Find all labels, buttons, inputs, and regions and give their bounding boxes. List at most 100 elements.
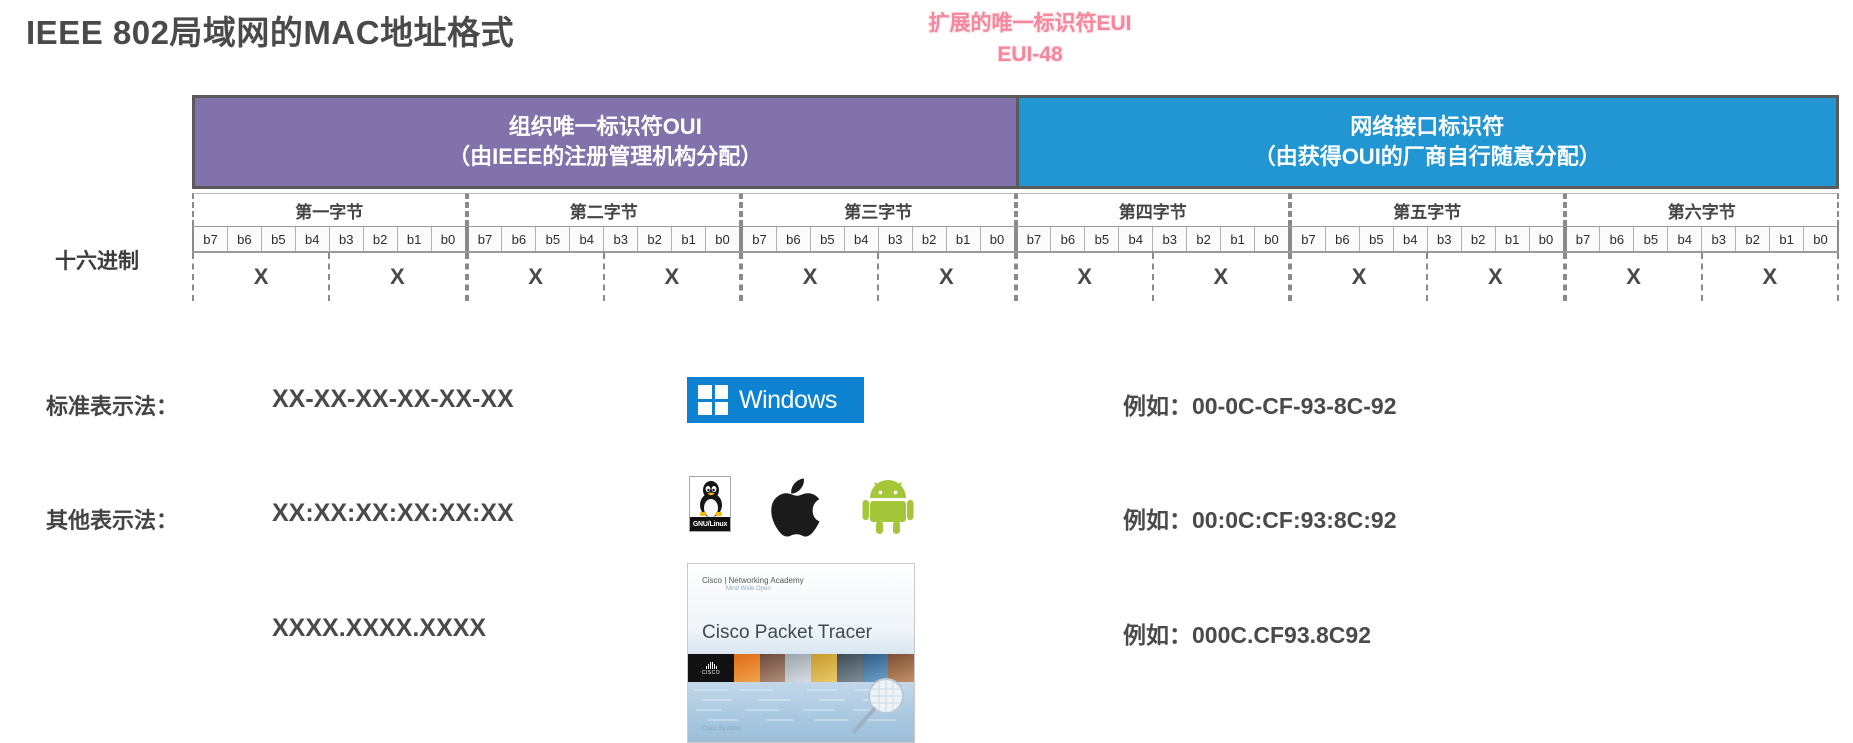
hex-row-label: 十六进制 (55, 250, 139, 273)
bit-group: b7 b6 b5 b4 b3 b2 b1 b0 (1564, 227, 1839, 251)
strip-face (734, 654, 760, 682)
strip-face (759, 654, 786, 682)
bit-label-row: b7 b6 b5 b4 b3 b2 b1 b0 b7 b6 b5 b4 b3 b2 b1 b0 b7 b6 b5 b4… (192, 226, 1839, 253)
bit-cell: b4 (570, 227, 605, 251)
hex-group: XX (466, 253, 741, 301)
bit-cell: b1 (397, 227, 432, 251)
bit-cell: b0 (706, 227, 739, 251)
bit-cell: b6 (502, 227, 537, 251)
bit-cell: b3 (878, 227, 913, 251)
hex-marker: X (1213, 264, 1229, 289)
bit-cell: b6 (1600, 227, 1635, 251)
cisco-wordmark-text: CISCO (701, 669, 721, 676)
notation-example-dotted: 例如：000C.CF93.8C92 (1123, 622, 1371, 648)
eui-callout-line2: EUI-48 (997, 43, 1063, 66)
bit-group: b7 b6 b5 b4 b3 b2 b1 b0 (466, 227, 741, 251)
bit-group: b7 b6 b5 b4 b3 b2 b1 b0 (192, 227, 467, 251)
bit-cell: b0 (980, 227, 1014, 251)
cisco-tagline-text: Mind Wide Open (726, 586, 771, 592)
bit-cell: b6 (1051, 227, 1086, 251)
bilibili-tv-play-watermark-icon (1783, 557, 1843, 615)
band-oui: 组织唯一标识符OUI （由IEEE的注册管理机构分配） (195, 98, 1016, 186)
notation-label-standard: 标准表示法： (46, 394, 179, 419)
band-oui-line1: 组织唯一标识符OUI (508, 114, 702, 139)
bit-cell: b6 (776, 227, 811, 251)
hex-marker: X (1488, 264, 1503, 289)
bit-cell: b1 (672, 227, 707, 251)
hex-marker: X (390, 264, 405, 289)
notation-value-standard: XX-XX-XX-XX-XX-XX (272, 385, 514, 413)
strip-face (785, 654, 812, 682)
bit-group: b7 b6 b5 b4 b3 b2 b1 b0 (1015, 227, 1290, 251)
windows-icon (698, 385, 728, 415)
notation-example-standard: 例如：00-0C-CF-93-8C-92 (1123, 393, 1397, 419)
band-nic-line2: （由获得OUI的厂商自行随意分配） (1253, 144, 1601, 169)
address-bands: 组织唯一标识符OUI （由IEEE的注册管理机构分配） 网络接口标识符 （由获得… (192, 95, 1839, 189)
bit-cell: b0 (1804, 227, 1837, 251)
bit-cell: b5 (261, 227, 296, 251)
bit-cell: b2 (363, 227, 398, 251)
tux-penguin-icon (699, 481, 723, 517)
windows-logo: Windows (687, 377, 864, 423)
bit-cell: b4 (295, 227, 330, 251)
page-title: IEEE 802局域网的MAC地址格式 (26, 14, 515, 51)
hex-group: XX (1015, 253, 1290, 301)
hex-marker-row: XXXXXXXXXXXX (192, 253, 1839, 301)
band-nic-line1: 网络接口标识符 (1350, 114, 1505, 139)
bit-cell: b0 (431, 227, 465, 251)
magnifier-icon (852, 678, 904, 734)
notation-example-other: 例如：00:0C:CF:93:8C:92 (1123, 507, 1397, 533)
hex-marker: X (1762, 264, 1778, 289)
band-oui-line2: （由IEEE的注册管理机构分配） (448, 144, 763, 169)
bit-cell: b3 (329, 227, 364, 251)
bit-cell: b2 (1187, 227, 1222, 251)
byte-label-row: 第一字节 第二字节 第三字节 第四字节 第五字节 第六字节 (192, 193, 1839, 226)
eui-callout-line1: 扩展的唯一标识符EUI (928, 12, 1132, 35)
byte-label: 第三字节 (741, 193, 1016, 226)
bit-cell: b4 (1668, 227, 1703, 251)
bit-cell: b7 (194, 227, 228, 251)
gnu-linux-badge-text: GNU/Linux (690, 517, 730, 531)
hex-group: XX (1290, 253, 1565, 301)
bit-cell: b1 (946, 227, 981, 251)
byte-label: 第四字节 (1015, 193, 1290, 226)
bit-cell: b0 (1255, 227, 1288, 251)
eui-callout: 扩展的唯一标识符EUI EUI-48 (855, 8, 1205, 70)
byte-label: 第二字节 (466, 193, 741, 226)
bit-cell: b4 (1119, 227, 1154, 251)
hex-marker: X (939, 264, 954, 289)
bit-cell: b5 (536, 227, 571, 251)
hex-marker: X (1567, 253, 1703, 301)
bit-cell: b7 (1566, 227, 1601, 251)
byte-label: 第五字节 (1290, 193, 1565, 226)
cisco-packet-tracer-splash: Cisco | Networking Academy Mind Wide Ope… (687, 563, 915, 743)
bit-cell: b4 (844, 227, 879, 251)
hex-group: XX (1564, 253, 1839, 301)
hex-marker: X (194, 253, 331, 301)
bit-cell: b5 (1634, 227, 1669, 251)
byte-label: 第一字节 (192, 193, 467, 226)
cisco-wordmark: CISCO (688, 654, 734, 682)
byte-label: 第六字节 (1564, 193, 1839, 226)
bit-group: b7 b6 b5 b4 b3 b2 b1 b0 (1290, 227, 1565, 251)
bit-cell: b6 (227, 227, 262, 251)
bit-cell: b5 (1359, 227, 1394, 251)
mac-address-diagram: 组织唯一标识符OUI （由IEEE的注册管理机构分配） 网络接口标识符 （由获得… (192, 95, 1839, 301)
bit-cell: b7 (468, 227, 503, 251)
notation-label-other: 其他表示法： (46, 508, 179, 533)
bit-cell: b1 (1770, 227, 1805, 251)
packet-tracer-title: Cisco Packet Tracer (702, 622, 872, 643)
bit-cell: b4 (1393, 227, 1428, 251)
bit-cell: b7 (743, 227, 777, 251)
packet-tracer-footer: Cisco Systems (702, 726, 742, 732)
notation-value-other: XX:XX:XX:XX:XX:XX (272, 499, 514, 527)
band-nic: 网络接口标识符 （由获得OUI的厂商自行随意分配） (1015, 98, 1836, 186)
bit-cell: b3 (1702, 227, 1737, 251)
hex-group: XX (192, 253, 467, 301)
windows-wordmark: Windows (739, 385, 837, 414)
bit-cell: b5 (1085, 227, 1120, 251)
hex-group: XX (741, 253, 1016, 301)
bit-cell: b2 (1736, 227, 1771, 251)
android-robot-icon (862, 480, 914, 534)
bit-cell: b7 (1017, 227, 1052, 251)
